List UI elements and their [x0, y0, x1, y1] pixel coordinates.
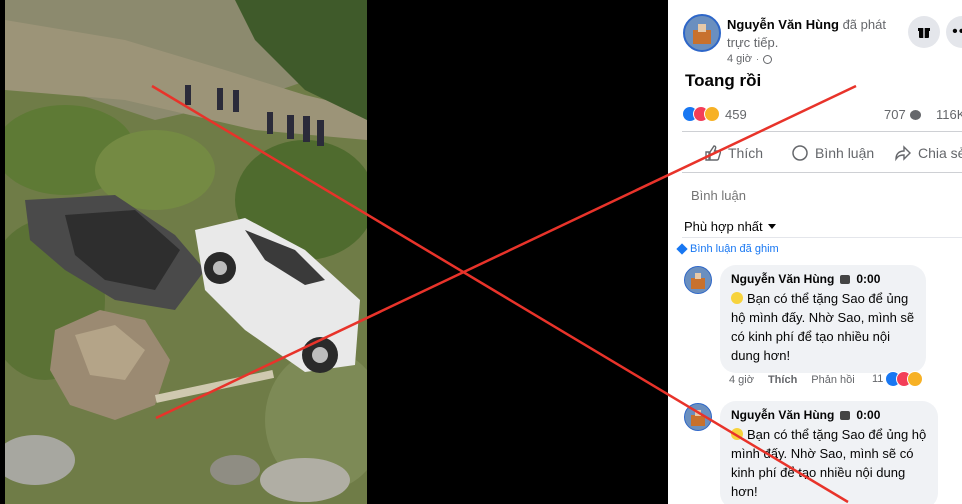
accident-scene-image — [5, 0, 367, 504]
author-avatar[interactable] — [683, 14, 721, 52]
comments-count-text: 707 — [884, 107, 906, 122]
reactions-summary[interactable]: 459 — [682, 106, 747, 122]
comment-timestamp[interactable]: 0:00 — [856, 408, 880, 422]
live-badge-icon — [840, 410, 851, 420]
post-time-text[interactable]: 4 giờ — [727, 53, 752, 65]
thumbs-up-icon — [705, 145, 722, 161]
comment-meta: 4 giờ Thích Phản hồi — [729, 374, 855, 386]
divider — [682, 237, 962, 238]
screenshot-composite: Nguyễn Văn Hùng đã phát trực tiếp. 4 giờ… — [0, 0, 962, 504]
share-button-label: Chia sẻ — [918, 145, 962, 161]
comment-header: Nguyễn Văn Hùng 0:00 — [731, 272, 915, 286]
star-icon — [731, 292, 743, 304]
comment-input[interactable] — [682, 182, 962, 208]
facebook-post-panel: Nguyễn Văn Hùng đã phát trực tiếp. 4 giờ… — [668, 0, 962, 504]
star-icon — [731, 428, 743, 440]
post-author-name[interactable]: Nguyễn Văn Hùng — [727, 17, 839, 32]
comment-bubble: Nguyễn Văn Hùng 0:00 Bạn có thể tặng Sao… — [720, 265, 926, 373]
comment-text: Bạn có thể tặng Sao để ủng hộ mình đấy. … — [731, 291, 915, 363]
pin-icon — [676, 243, 688, 255]
caret-down-icon — [767, 224, 776, 229]
post-header-text: Nguyễn Văn Hùng đã phát trực tiếp. — [727, 16, 902, 52]
like-button[interactable]: Thích — [704, 144, 763, 162]
sort-label: Phù hợp nhất — [684, 219, 763, 234]
divider — [682, 131, 962, 132]
more-options-button[interactable]: ••• — [946, 16, 962, 48]
comment-text-wrap: Bạn có thể tặng Sao để ủng hộ mình đấy. … — [731, 289, 915, 365]
gift-icon — [918, 28, 930, 38]
comments-count[interactable]: 707 — [884, 107, 921, 122]
comment-time[interactable]: 4 giờ — [729, 374, 754, 386]
comment-timestamp[interactable]: 0:00 — [856, 272, 880, 286]
comment-avatar[interactable] — [684, 403, 712, 431]
comment-header: Nguyễn Văn Hùng 0:00 — [731, 408, 927, 422]
share-button[interactable]: Chia sẻ — [894, 144, 962, 162]
comment-like-button[interactable]: Thích — [768, 374, 797, 386]
comment-avatar[interactable] — [684, 266, 712, 294]
comment-author[interactable]: Nguyễn Văn Hùng — [731, 272, 834, 286]
gift-button[interactable] — [908, 16, 940, 48]
comment-reactions[interactable]: 11 — [872, 371, 924, 387]
accident-video-frame — [5, 0, 367, 504]
pinned-comment-label: Bình luận đã ghim — [676, 243, 779, 255]
comment-button[interactable]: Bình luận — [791, 144, 874, 162]
comment-author[interactable]: Nguyễn Văn Hùng — [731, 408, 834, 422]
share-icon — [895, 145, 911, 162]
views-count: 116K — [936, 107, 962, 122]
comment-bubble: Nguyễn Văn Hùng 0:00 Bạn có thể tặng Sao… — [720, 401, 938, 504]
globe-icon — [762, 54, 772, 64]
comment-text: Bạn có thể tặng Sao để ủng hộ mình đấy. … — [731, 427, 927, 499]
pinned-label-text: Bình luận đã ghim — [690, 243, 779, 255]
reactions-count: 459 — [725, 106, 747, 122]
comment-sort-dropdown[interactable]: Phù hợp nhất — [684, 219, 776, 234]
haha-reaction-icon — [704, 106, 720, 122]
comment-reaction-count: 11 — [872, 373, 884, 385]
comment-icon — [792, 145, 808, 161]
haha-reaction-icon — [907, 371, 924, 387]
comment-text-wrap: Bạn có thể tặng Sao để ủng hộ mình đấy. … — [731, 425, 927, 501]
comment-bubble-icon — [909, 109, 921, 120]
live-badge-icon — [840, 274, 851, 284]
divider — [682, 172, 962, 173]
comment-button-label: Bình luận — [815, 145, 875, 161]
like-button-label: Thích — [728, 145, 764, 161]
post-time: 4 giờ · — [727, 53, 772, 65]
post-title: Toang rồi — [685, 71, 762, 90]
more-dots-icon: ••• — [952, 23, 962, 40]
comment-reply-button[interactable]: Phản hồi — [811, 374, 854, 386]
